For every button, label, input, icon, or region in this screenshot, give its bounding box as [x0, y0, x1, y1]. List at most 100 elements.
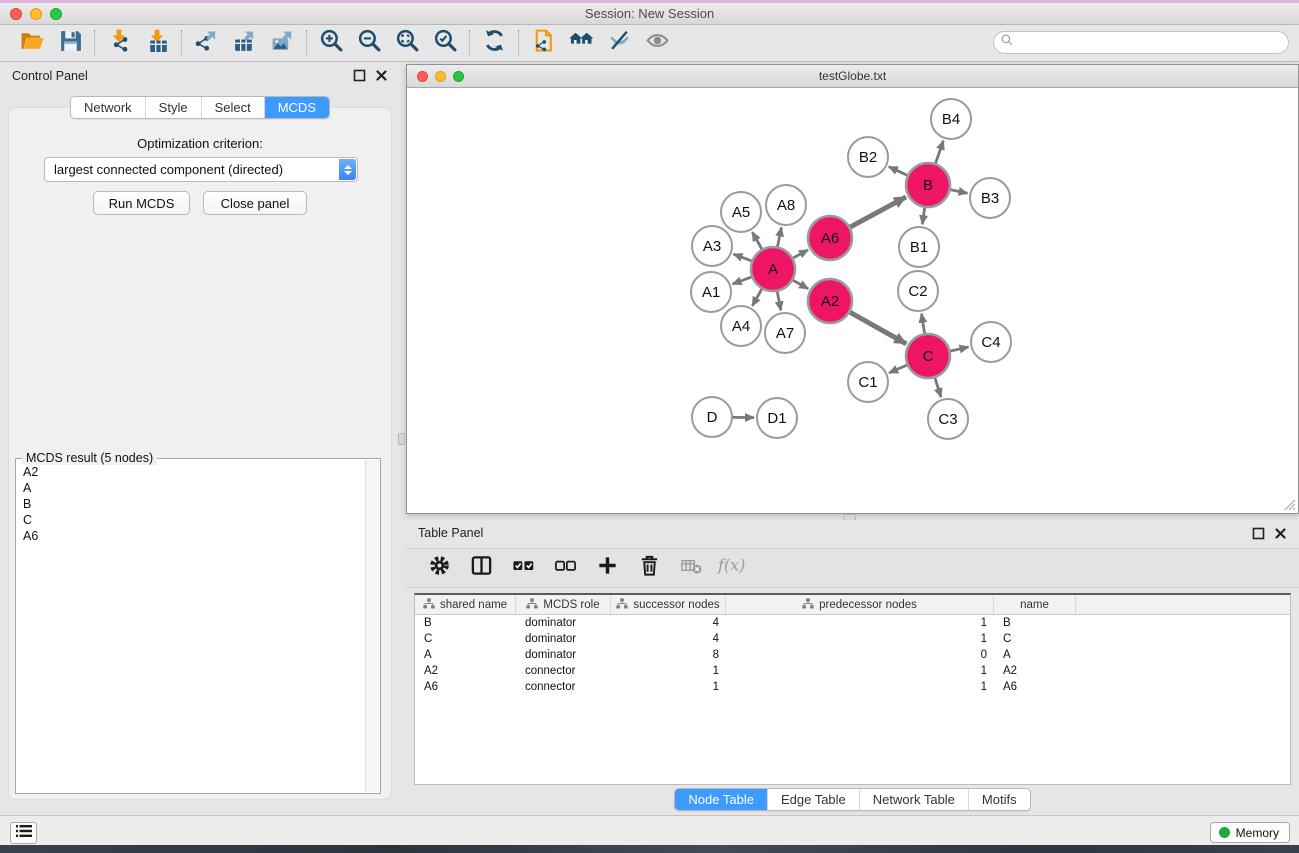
float-panel-icon[interactable] [353, 69, 366, 82]
add-column-button[interactable] [594, 555, 620, 581]
table-cell: B [994, 617, 1076, 629]
node-B4[interactable]: B4 [931, 99, 971, 139]
node-C3[interactable]: C3 [928, 399, 968, 439]
result-item[interactable]: A [23, 480, 358, 496]
zoom-window-button[interactable] [50, 8, 62, 20]
node-A5[interactable]: A5 [721, 192, 761, 232]
node-A[interactable]: A [751, 247, 795, 291]
import-network-button[interactable] [105, 29, 133, 57]
table-panel: Table Panel f(x) shared nameMCDS rolesuc… [406, 520, 1299, 815]
node-D[interactable]: D [692, 397, 732, 437]
result-item[interactable]: B [23, 496, 358, 512]
table-cell: A2 [415, 665, 516, 677]
apply-layout-button[interactable] [480, 29, 508, 57]
close-window-button[interactable] [10, 8, 22, 20]
column-header-MCDS-role[interactable]: MCDS role [516, 595, 611, 614]
new-network-from-selection-button[interactable] [529, 29, 557, 57]
table-row[interactable]: Bdominator41B [415, 615, 1290, 631]
table-cell: 8 [611, 649, 726, 661]
svg-text:A1: A1 [702, 284, 720, 301]
memory-button[interactable]: Memory [1210, 822, 1290, 843]
node-B[interactable]: B [906, 163, 950, 207]
run-mcds-button[interactable]: Run MCDS [93, 191, 190, 215]
delete-column-button[interactable] [636, 555, 662, 581]
main-toolbar [0, 25, 1299, 62]
zoom-out-button[interactable] [355, 29, 383, 57]
svg-text:A5: A5 [732, 204, 750, 221]
result-item[interactable]: A6 [23, 528, 358, 544]
hide-graphics-details-button[interactable] [605, 29, 633, 57]
node-C[interactable]: C [906, 334, 950, 378]
resize-grip-icon[interactable] [1283, 498, 1296, 511]
tab-mcds[interactable]: MCDS [264, 97, 329, 118]
export-image-button[interactable] [268, 29, 296, 57]
export-network-button[interactable] [192, 29, 220, 57]
optimization-criterion-select[interactable]: largest connected component (directed) [44, 157, 358, 182]
tab-select[interactable]: Select [201, 97, 264, 118]
import-table-button[interactable] [143, 29, 171, 57]
result-item[interactable]: A2 [23, 464, 358, 480]
zoom-selected-button[interactable] [431, 29, 459, 57]
node-A7[interactable]: A7 [765, 313, 805, 353]
tab-network-table[interactable]: Network Table [859, 789, 968, 810]
tab-network[interactable]: Network [71, 97, 145, 118]
float-table-panel-icon[interactable] [1252, 527, 1265, 540]
task-history-button[interactable] [10, 822, 37, 844]
search-field[interactable] [993, 31, 1289, 54]
result-scrollbar[interactable] [365, 460, 379, 792]
minimize-window-button[interactable] [30, 8, 42, 20]
network-close-button[interactable] [417, 71, 428, 82]
window-title: Session: New Session [0, 6, 1299, 21]
node-B3[interactable]: B3 [970, 178, 1010, 218]
column-header-shared-name[interactable]: shared name [415, 595, 516, 614]
column-header-successor-nodes[interactable]: successor nodes [611, 595, 726, 614]
column-header-label: predecessor nodes [819, 599, 917, 611]
node-A4[interactable]: A4 [721, 306, 761, 346]
trash-icon [638, 554, 661, 582]
column-selector-button[interactable] [468, 555, 494, 581]
network-minimize-button[interactable] [435, 71, 446, 82]
zoom-in-button[interactable] [317, 29, 345, 57]
node-A3[interactable]: A3 [692, 226, 732, 266]
table-row[interactable]: A2connector11A2 [415, 663, 1290, 679]
table-mode-button[interactable] [426, 555, 452, 581]
tab-style[interactable]: Style [145, 97, 201, 118]
select-all-rows-button[interactable] [510, 555, 536, 581]
table-row[interactable]: A6connector11A6 [415, 679, 1290, 695]
network-zoom-button[interactable] [453, 71, 464, 82]
tab-node-table[interactable]: Node Table [675, 789, 767, 810]
cybrowser-home-button[interactable] [567, 29, 595, 57]
node-B1[interactable]: B1 [899, 227, 939, 267]
export-table-button[interactable] [230, 29, 258, 57]
panel-divider-grip-vertical[interactable] [398, 433, 405, 445]
delete-table-icon [680, 554, 703, 582]
node-A8[interactable]: A8 [766, 185, 806, 225]
result-item[interactable]: C [23, 512, 358, 528]
show-graphics-details-button[interactable] [643, 29, 671, 57]
search-input[interactable] [1014, 32, 1288, 53]
node-C2[interactable]: C2 [898, 271, 938, 311]
column-header-predecessor-nodes[interactable]: predecessor nodes [726, 595, 994, 614]
network-canvas[interactable]: B4 B2 B B3 A8 A5 A6 A3 B1 A A1 C2 A2 A4A7 C4 C C1 D D1 C3 [407, 88, 1298, 513]
save-session-button[interactable] [56, 29, 84, 57]
node-A1[interactable]: A1 [691, 272, 731, 312]
close-table-panel-icon[interactable] [1274, 527, 1287, 540]
close-panel-button[interactable]: Close panel [203, 191, 307, 215]
column-header-name[interactable]: name [994, 595, 1076, 614]
node-A2[interactable]: A2 [808, 279, 852, 323]
zoom-fit-button[interactable] [393, 29, 421, 57]
tab-edge-table[interactable]: Edge Table [767, 789, 859, 810]
open-session-button[interactable] [18, 29, 46, 57]
tab-motifs[interactable]: Motifs [968, 789, 1030, 810]
close-panel-icon[interactable] [375, 69, 388, 82]
node-C1[interactable]: C1 [848, 362, 888, 402]
deselect-all-rows-button[interactable] [552, 555, 578, 581]
table-tabs: Node TableEdge TableNetwork TableMotifs [674, 788, 1030, 811]
node-B2[interactable]: B2 [848, 137, 888, 177]
node-D1[interactable]: D1 [757, 398, 797, 438]
node-C4[interactable]: C4 [971, 322, 1011, 362]
sitemap-icon [802, 598, 814, 612]
node-A6[interactable]: A6 [808, 216, 852, 260]
table-row[interactable]: Adominator80A [415, 647, 1290, 663]
table-row[interactable]: Cdominator41C [415, 631, 1290, 647]
